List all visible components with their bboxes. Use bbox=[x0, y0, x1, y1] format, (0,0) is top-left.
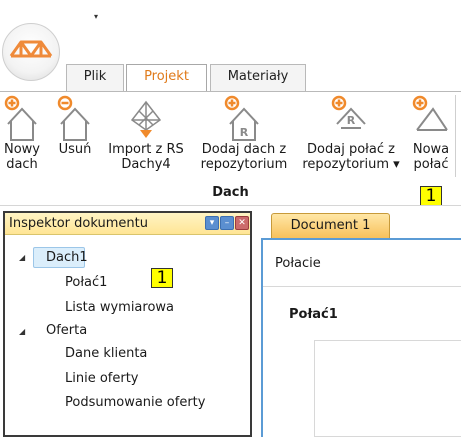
tab-plik[interactable]: Plik bbox=[66, 64, 124, 91]
delete-roof-label: Usuń bbox=[58, 142, 92, 157]
tree-item-dane-klienta[interactable]: Dane klienta bbox=[65, 346, 147, 361]
annotation-badge: 1 bbox=[151, 268, 173, 288]
import-label-1: Import z RS bbox=[108, 142, 184, 157]
import-rs-dachy4-button[interactable]: Import z RS Dachy4 bbox=[102, 94, 190, 172]
quick-access-dropdown-icon[interactable]: ▾ bbox=[94, 12, 98, 21]
house-repository-add-icon: R bbox=[224, 95, 259, 141]
tree-item-linie-oferty[interactable]: Linie oferty bbox=[65, 371, 139, 386]
tab-projekt[interactable]: Projekt bbox=[126, 64, 207, 93]
add-slope-from-repository-button[interactable]: R Dodaj połać z repozytorium ▾ bbox=[297, 94, 405, 172]
svg-text:R: R bbox=[347, 114, 356, 127]
tree-item-lista-wymiarowa[interactable]: Lista wymiarowa bbox=[65, 300, 174, 315]
document-section-title: Połać1 bbox=[289, 307, 338, 322]
new-roof-label-1: Nowy bbox=[3, 142, 40, 157]
document-content-box bbox=[314, 340, 461, 437]
tree-expander-icon[interactable]: ◢ bbox=[19, 253, 25, 262]
new-slope-button[interactable]: Nowa połać bbox=[408, 94, 454, 172]
ribbon-separator bbox=[455, 95, 456, 177]
new-roof-button[interactable]: Nowy dach bbox=[2, 94, 42, 172]
add-roof-repo-label-2: repozytorium bbox=[200, 157, 288, 172]
panel-close-icon[interactable]: ✕ bbox=[235, 216, 249, 230]
new-roof-label-2: dach bbox=[6, 157, 38, 172]
annotation-badge: 1 bbox=[420, 186, 442, 206]
new-slope-label-2: połać bbox=[413, 157, 449, 172]
panel-minimize-icon[interactable]: – bbox=[220, 216, 234, 230]
house-add-icon bbox=[4, 95, 37, 141]
roof-truss-logo-icon bbox=[9, 40, 53, 58]
tree-item-oferta[interactable]: Oferta bbox=[46, 323, 87, 338]
document-header-title: Połacie bbox=[275, 256, 321, 271]
new-slope-label-1: Nowa bbox=[412, 142, 450, 157]
import-label-2: Dachy4 bbox=[121, 157, 171, 172]
tab-materialy[interactable]: Materiały bbox=[210, 64, 306, 91]
app-menu-button[interactable] bbox=[2, 23, 60, 81]
roof-slope-repository-add-icon: R bbox=[331, 95, 366, 129]
delete-roof-button[interactable]: Usuń bbox=[55, 94, 95, 157]
panel-dropdown-icon[interactable]: ▾ bbox=[205, 216, 219, 230]
add-roof-from-repository-button[interactable]: R Dodaj dach z repozytorium bbox=[196, 94, 292, 172]
inspector-title: Inspektor dokumentu bbox=[9, 216, 148, 231]
add-roof-repo-label-1: Dodaj dach z bbox=[201, 142, 287, 157]
roof-import-icon bbox=[130, 100, 162, 138]
add-slope-repo-label-1: Dodaj połać z bbox=[307, 142, 395, 157]
tab-document-1[interactable]: Document 1 bbox=[271, 213, 390, 239]
ribbon-group-label: Dach bbox=[212, 185, 249, 200]
add-slope-repo-label-2: repozytorium ▾ bbox=[302, 157, 400, 172]
svg-text:R: R bbox=[240, 126, 249, 139]
tree-expander-icon[interactable]: ◢ bbox=[19, 327, 25, 336]
tree-item-dach1[interactable]: Dach1 bbox=[46, 250, 88, 265]
ribbon-divider bbox=[0, 205, 461, 206]
tree-item-podsumowanie-oferty[interactable]: Podsumowanie oferty bbox=[65, 395, 205, 410]
house-remove-icon bbox=[57, 95, 90, 141]
tree-item-polac1[interactable]: Połać1 bbox=[65, 275, 107, 290]
roof-slope-add-icon bbox=[412, 95, 448, 131]
